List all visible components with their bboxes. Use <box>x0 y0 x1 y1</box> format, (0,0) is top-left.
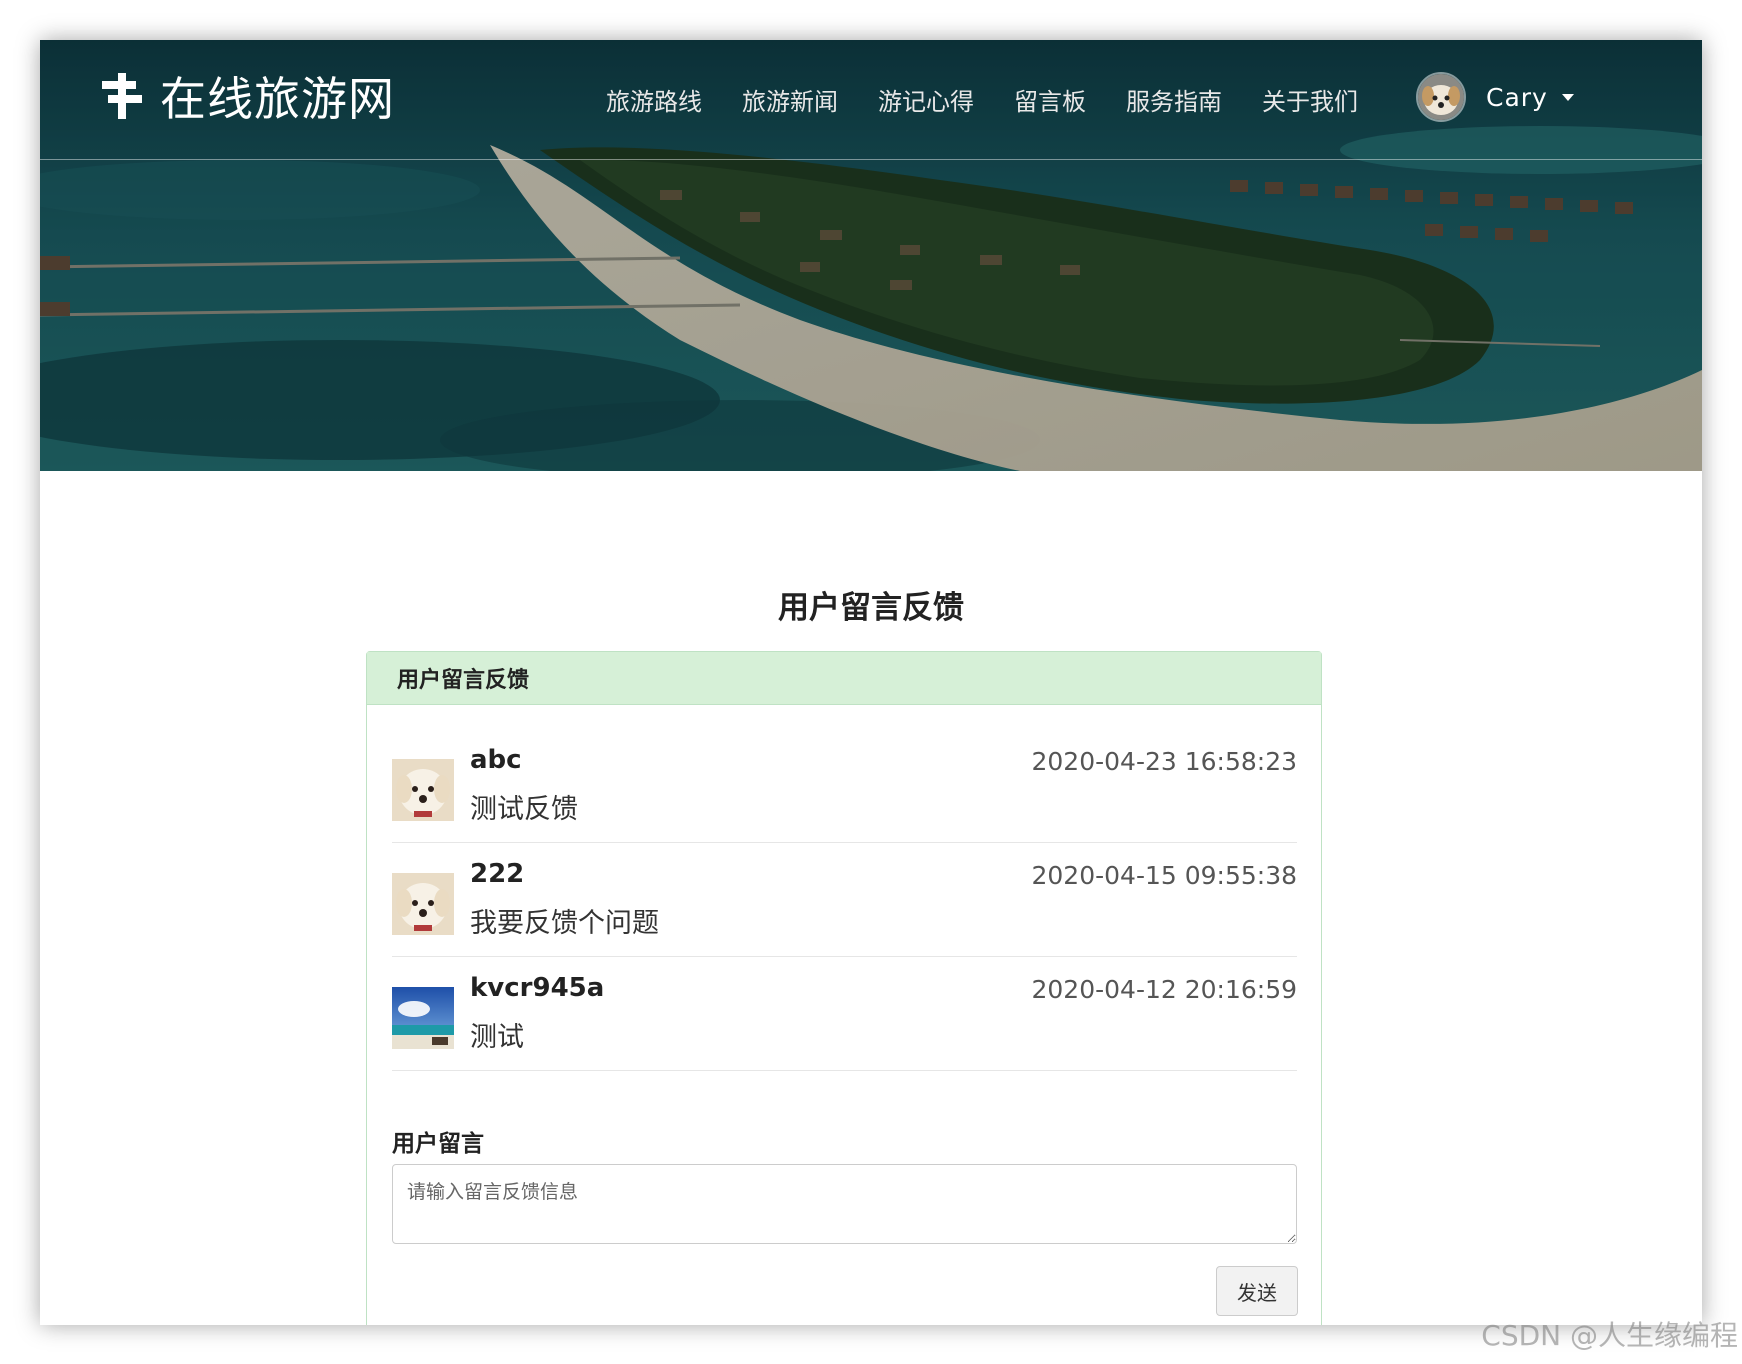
dog-avatar-icon <box>392 873 454 935</box>
avatar <box>392 987 454 1049</box>
message-input[interactable] <box>392 1164 1297 1244</box>
main-nav: 旅游路线 旅游新闻 游记心得 留言板 服务指南 关于我们 <box>606 76 1398 122</box>
hero-banner: 在线旅游网 旅游路线 旅游新闻 游记心得 留言板 服务指南 关于我们 Cary <box>40 40 1702 471</box>
watermark: CSDN @人生缘编程 <box>1481 1319 1738 1352</box>
dog-avatar-icon <box>392 759 454 821</box>
page-title: 用户留言反馈 <box>778 590 964 626</box>
avatar <box>392 873 454 935</box>
avatar <box>392 759 454 821</box>
site-brand[interactable]: 在线旅游网 <box>100 66 395 126</box>
panel-heading: 用户留言反馈 <box>367 652 1321 705</box>
caret-down-icon <box>1561 93 1574 101</box>
send-button[interactable]: 发送 <box>1216 1266 1298 1316</box>
list-item: abc 测试反馈 2020-04-23 16:58:23 <box>392 729 1297 843</box>
list-item: kvcr945a 测试 2020-04-12 20:16:59 <box>392 957 1297 1071</box>
nav-item-service[interactable]: 服务指南 <box>1126 82 1222 117</box>
nav-item-notes[interactable]: 游记心得 <box>878 82 974 117</box>
message-time: 2020-04-12 20:16:59 <box>1031 975 1297 1004</box>
nav-item-guestbook[interactable]: 留言板 <box>1014 82 1086 117</box>
message-user: abc <box>470 745 522 775</box>
message-time: 2020-04-15 09:55:38 <box>1031 861 1297 890</box>
message-user: kvcr945a <box>470 973 605 1003</box>
browser-page: 在线旅游网 旅游路线 旅游新闻 游记心得 留言板 服务指南 关于我们 Cary … <box>40 40 1702 1325</box>
list-item: 222 我要反馈个问题 2020-04-15 09:55:38 <box>392 843 1297 957</box>
signpost-icon <box>102 73 142 119</box>
message-form-label: 用户留言 <box>392 1131 484 1157</box>
avatar <box>1416 72 1466 122</box>
dog-avatar-icon <box>1418 74 1464 120</box>
message-text: 我要反馈个问题 <box>470 908 659 939</box>
nav-item-about[interactable]: 关于我们 <box>1262 82 1358 117</box>
feedback-panel: 用户留言反馈 abc 测试反馈 2020-04-23 16:58:23 222 … <box>366 651 1322 1325</box>
user-menu[interactable]: Cary <box>1416 72 1574 122</box>
message-time: 2020-04-23 16:58:23 <box>1031 747 1297 776</box>
message-list: abc 测试反馈 2020-04-23 16:58:23 222 我要反馈个问题… <box>392 729 1297 1071</box>
message-user: 222 <box>470 859 525 889</box>
site-title: 在线旅游网 <box>160 72 395 126</box>
nav-divider <box>40 159 1702 160</box>
message-text: 测试 <box>470 1022 524 1053</box>
nav-item-news[interactable]: 旅游新闻 <box>742 82 838 117</box>
beach-avatar-icon <box>392 987 454 1049</box>
nav-item-routes[interactable]: 旅游路线 <box>606 82 702 117</box>
user-name: Cary <box>1486 82 1548 112</box>
message-text: 测试反馈 <box>470 794 578 825</box>
